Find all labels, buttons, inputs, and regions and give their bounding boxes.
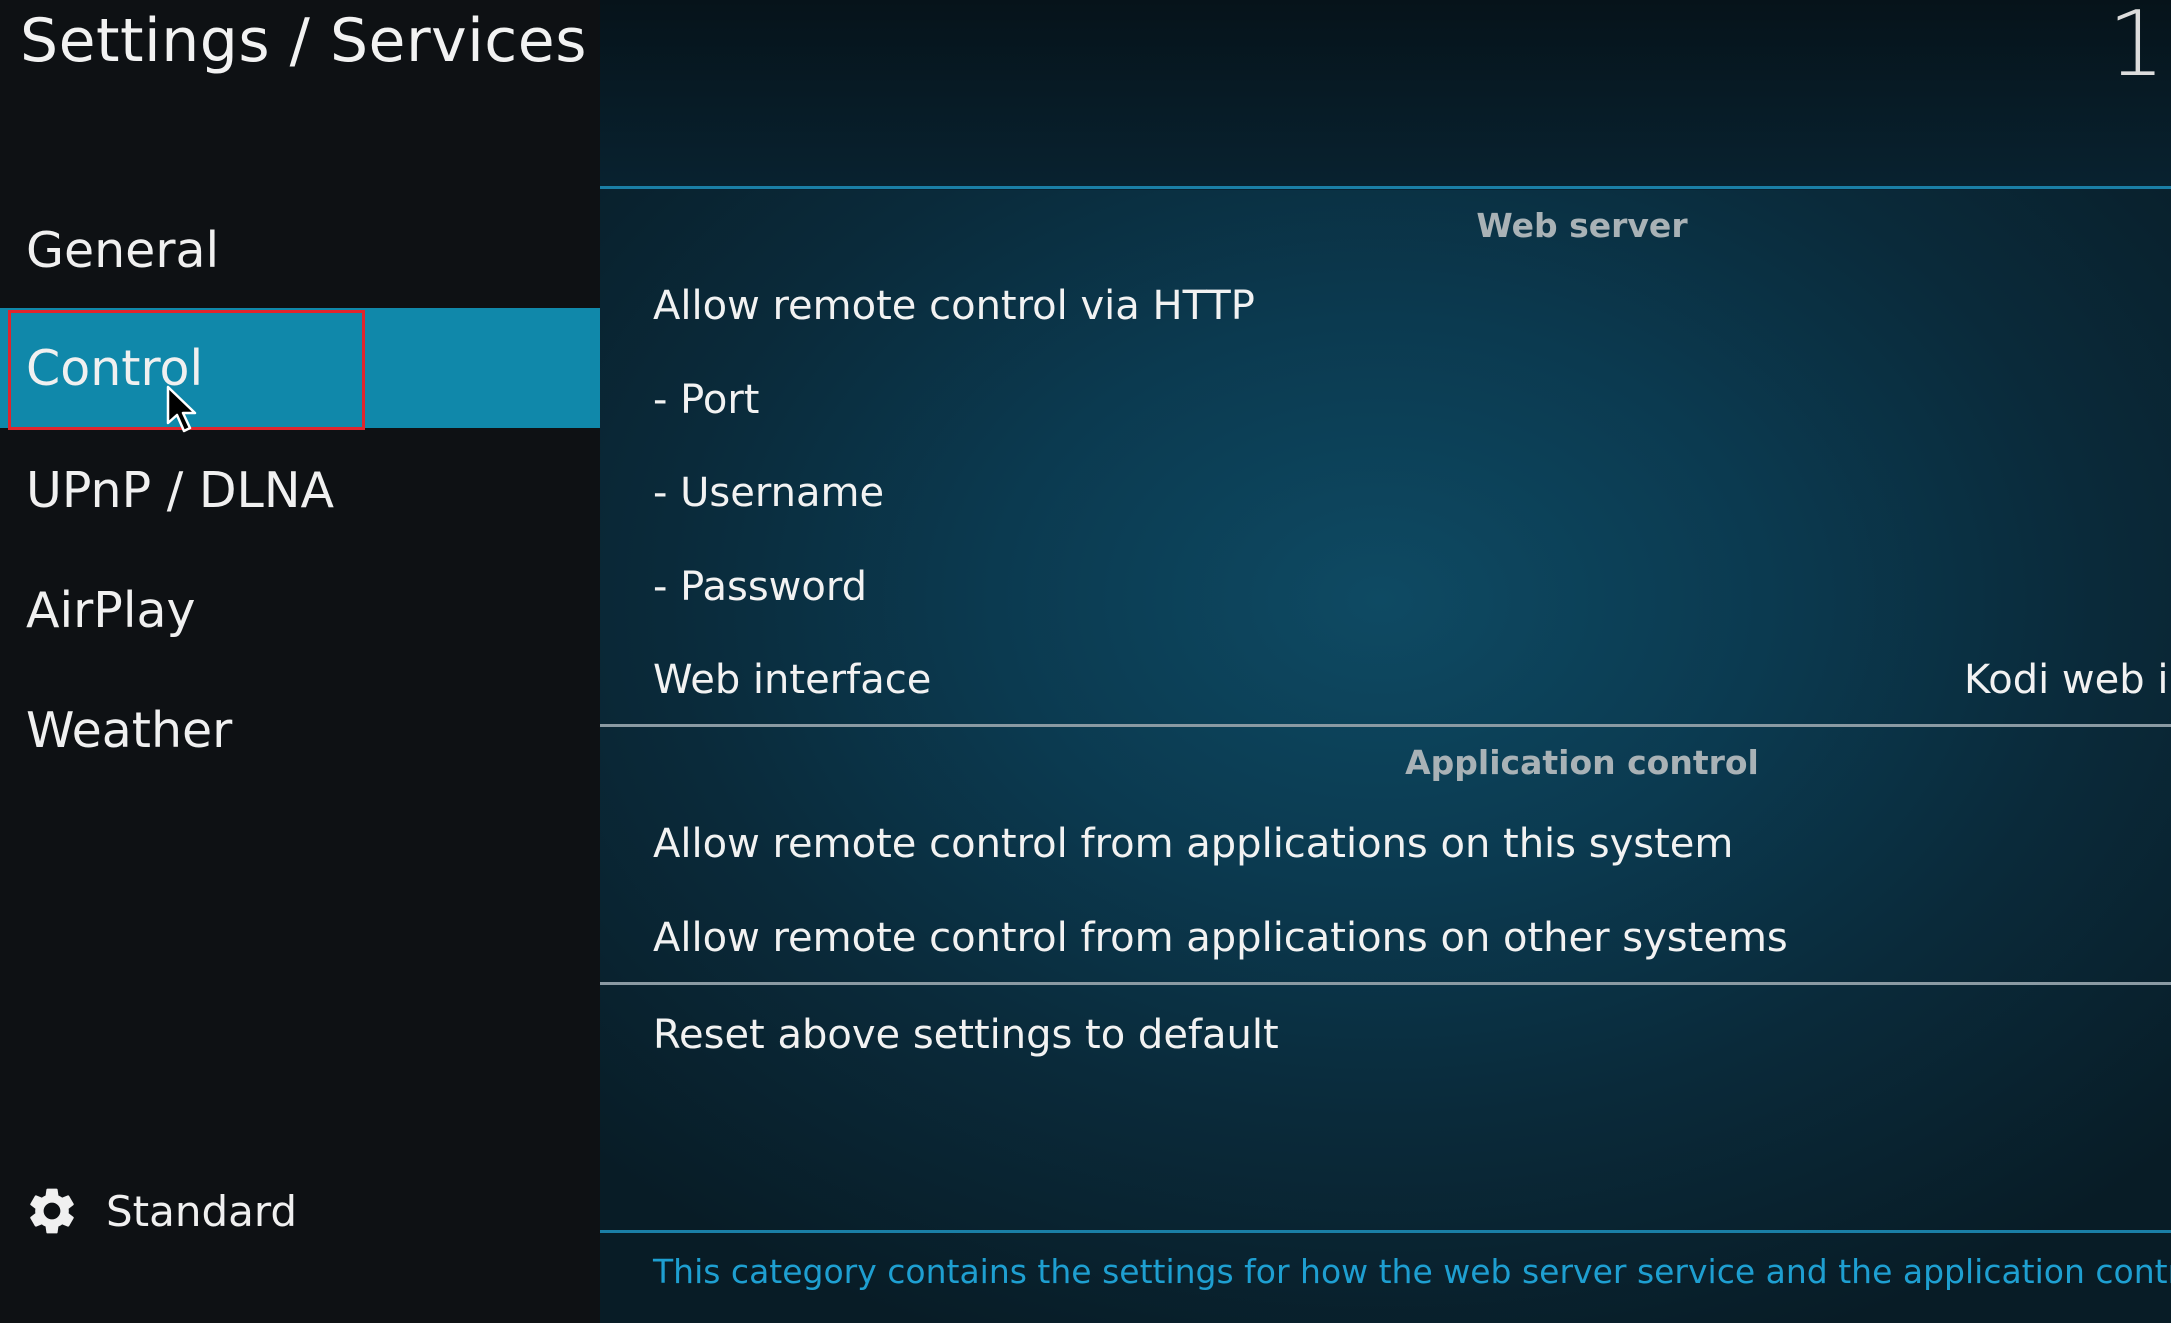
setting-allow-http-control[interactable]: Allow remote control via HTTP <box>653 266 1255 346</box>
category-description: This category contains the settings for … <box>653 1251 2171 1291</box>
top-divider <box>600 186 2171 189</box>
header-bar <box>600 0 2171 190</box>
category-airplay[interactable]: AirPlay <box>0 550 600 670</box>
category-general[interactable]: General <box>0 190 600 310</box>
setting-password[interactable]: - Password <box>653 547 867 627</box>
category-weather[interactable]: Weather <box>0 670 600 790</box>
mouse-cursor-icon <box>166 385 197 433</box>
setting-label: Allow remote control from applications o… <box>653 915 1788 961</box>
setting-port[interactable]: - Port <box>653 360 759 440</box>
description-divider <box>600 1230 2171 1233</box>
page-title: Settings / Services <box>20 6 587 76</box>
setting-label: - Password <box>653 564 867 610</box>
kodi-settings-window: Settings / Services General Control UPnP… <box>0 0 2171 1323</box>
settings-list-panel: 1 Web server Allow remote control via HT… <box>600 0 2171 1323</box>
category-control[interactable]: Control <box>0 308 600 428</box>
setting-label: Allow remote control from applications o… <box>653 821 1734 867</box>
setting-web-interface[interactable]: Web interface <box>653 640 931 720</box>
group-divider <box>600 982 2171 985</box>
category-sidebar: Settings / Services General Control UPnP… <box>0 0 600 1323</box>
category-label: General <box>26 221 220 279</box>
setting-allow-remote-apps[interactable]: Allow remote control from applications o… <box>653 898 1788 978</box>
setting-username[interactable]: - Username <box>653 453 884 533</box>
reset-settings-button[interactable]: Reset above settings to default <box>653 995 1279 1075</box>
setting-label: Web interface <box>653 657 932 703</box>
setting-label: - Username <box>653 470 885 516</box>
setting-web-interface-value: Kodi web in <box>1964 657 2171 703</box>
setting-label: - Port <box>653 377 760 423</box>
setting-label: Allow remote control via HTTP <box>653 283 1255 329</box>
category-label: Weather <box>26 701 233 759</box>
category-label: UPnP / DLNA <box>26 461 335 519</box>
clock: 1 <box>2107 0 2165 97</box>
group-title-application-control: Application control <box>1405 743 1759 782</box>
setting-allow-local-apps[interactable]: Allow remote control from applications o… <box>653 804 1733 884</box>
group-divider <box>600 724 2171 727</box>
settings-level-button[interactable]: Standard <box>24 1180 297 1242</box>
group-title-web-server: Web server <box>1476 206 1688 245</box>
category-upnp-dlna[interactable]: UPnP / DLNA <box>0 430 600 550</box>
setting-label: Reset above settings to default <box>653 1012 1279 1058</box>
category-label: AirPlay <box>26 581 196 639</box>
gear-icon <box>30 1188 74 1234</box>
settings-level-label: Standard <box>106 1186 298 1236</box>
